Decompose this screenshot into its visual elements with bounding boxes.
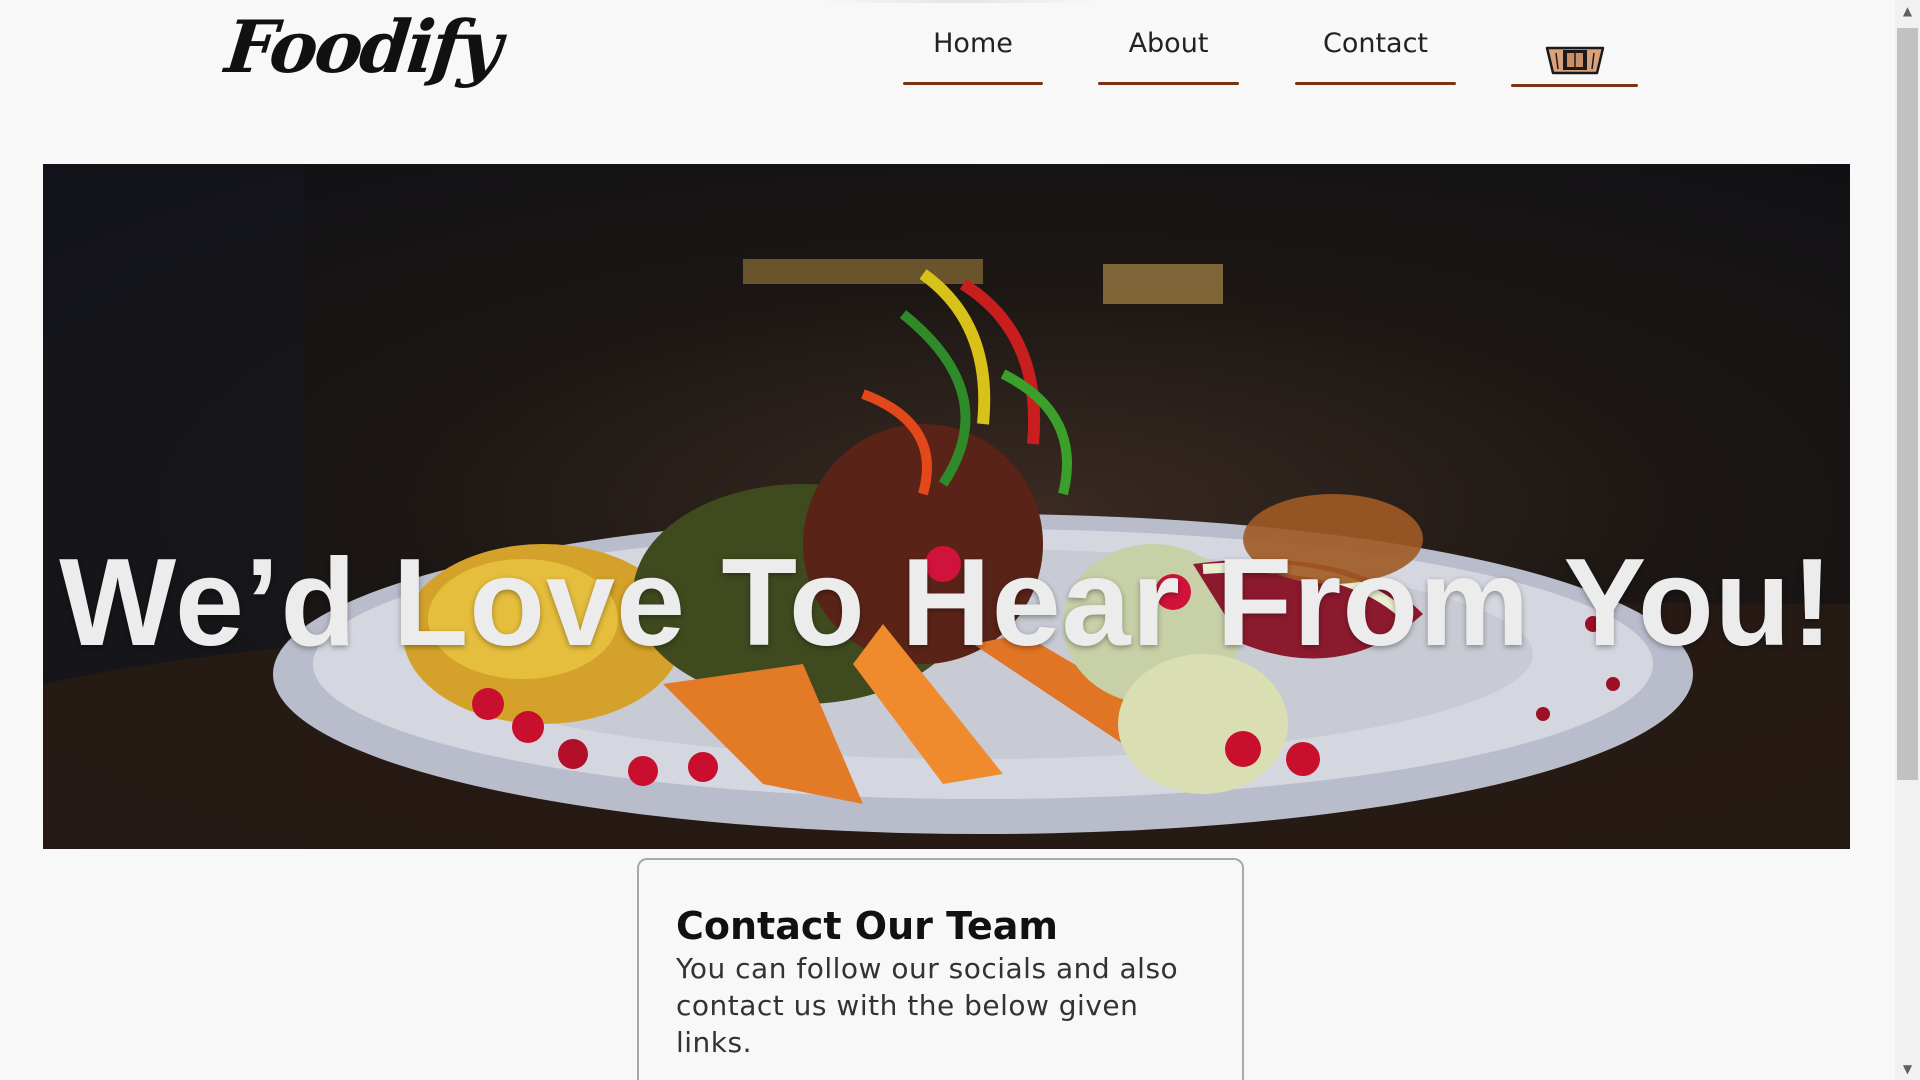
nav-item-contact[interactable]: Contact — [1295, 28, 1456, 88]
nav-underline — [1098, 82, 1239, 85]
page: Foodify Home About Contact We’d Love To … — [0, 0, 1920, 1080]
nav-item-cart[interactable] — [1511, 0, 1638, 87]
nav-item-about[interactable]: About — [1098, 28, 1239, 88]
header-shadow — [820, 0, 1100, 3]
site-logo[interactable]: Foodify — [222, 4, 504, 89]
hero-food-image — [43, 164, 1850, 849]
vertical-scrollbar[interactable]: ▲ ▼ — [1895, 0, 1920, 1080]
nav-item-label: Contact — [1322, 28, 1429, 59]
hero-banner: We’d Love To Hear From You! — [43, 164, 1850, 849]
scroll-up-icon[interactable]: ▲ — [1895, 0, 1920, 22]
nav-item-label: About — [1128, 28, 1209, 59]
contact-card-text: You can follow our socials and also cont… — [676, 952, 1179, 1059]
scrollbar-thumb[interactable] — [1897, 28, 1918, 780]
contact-card: Contact Our Team You can follow our soci… — [637, 858, 1244, 1080]
cart-icon — [1545, 46, 1604, 75]
nav-item-home[interactable]: Home — [903, 28, 1043, 88]
hero-title: We’d Love To Hear From You! — [59, 534, 1834, 672]
nav-underline — [1511, 84, 1638, 87]
scroll-down-icon[interactable]: ▼ — [1895, 1058, 1920, 1080]
nav-item-label: Home — [933, 28, 1013, 59]
nav-underline — [1295, 82, 1456, 85]
contact-card-title: Contact Our Team — [676, 904, 1058, 948]
nav-underline — [903, 82, 1043, 85]
